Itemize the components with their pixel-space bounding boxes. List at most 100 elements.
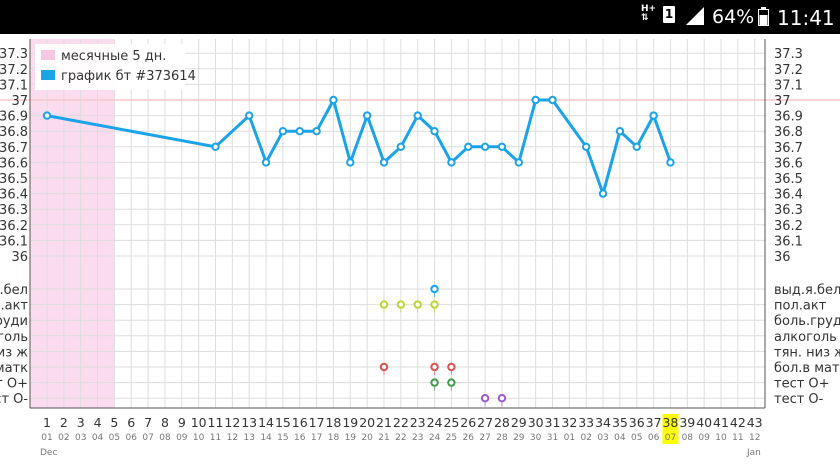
y-tick-label: 37.3	[0, 47, 28, 62]
battery-percent: 64%	[712, 6, 755, 28]
x-day-number: 14	[258, 415, 274, 430]
x-date-label: 06	[126, 433, 138, 443]
symptom-label-left: н. низ ж	[0, 345, 28, 360]
x-day-number: 30	[528, 415, 544, 430]
x-date-label: 01	[41, 433, 52, 443]
x-date-label: 30	[530, 433, 542, 443]
x-day-number: 23	[410, 415, 426, 430]
y-tick-label: 37.1	[0, 78, 28, 93]
symptom-label-left: бол.в матк	[0, 361, 28, 376]
chart-frame	[29, 39, 766, 409]
legend-swatch-menses	[41, 50, 55, 60]
symptom-label-right: тест О+	[774, 377, 830, 392]
temperature-point	[497, 142, 507, 152]
x-day-number: 22	[393, 415, 409, 430]
x-date-label: 04	[92, 433, 104, 443]
y-tick-label: 37.2	[774, 63, 803, 78]
x-date-label: 01	[564, 433, 575, 443]
x-date-label: 13	[243, 433, 254, 443]
x-day-number: 5	[110, 415, 118, 430]
x-day-number: 9	[178, 415, 186, 430]
x-date-label: 27	[479, 433, 490, 443]
y-tick-label: 36.2	[774, 219, 803, 234]
x-date-label: 18	[328, 433, 340, 443]
x-date-label: 23	[412, 433, 423, 443]
x-day-number: 16	[292, 415, 308, 430]
x-day-number: 15	[275, 415, 291, 430]
temperature-point	[531, 95, 540, 105]
x-day-number: 27	[477, 415, 493, 430]
x-date-label: 09	[698, 433, 710, 443]
temperature-point	[666, 158, 675, 167]
x-day-number: 26	[460, 415, 476, 430]
y-tick-label: 36.3	[774, 203, 803, 218]
x-day-number: 6	[127, 415, 135, 430]
temperature-point	[211, 142, 220, 152]
temperature-point	[396, 142, 406, 152]
x-day-number: 3	[77, 415, 85, 430]
y-tick-label: 36.4	[774, 188, 803, 203]
x-date-label: 14	[260, 433, 272, 443]
x-day-number: 24	[427, 415, 443, 430]
symptom-label-left: пол.акт	[0, 299, 28, 314]
x-day-number: 8	[161, 415, 169, 430]
x-day-number: 13	[241, 415, 257, 430]
x-date-label: 16	[294, 433, 306, 443]
y-axis-left: 37.337.237.13736.936.836.736.636.536.436…	[0, 47, 28, 265]
x-day-number: 10	[191, 415, 207, 430]
x-day-number: 19	[342, 415, 358, 430]
x-date-label: 29	[513, 433, 525, 443]
symptom-marker	[480, 394, 490, 403]
temperature-point	[615, 127, 625, 136]
y-tick-label: 36.7	[774, 141, 803, 156]
x-date-label: 20	[361, 433, 373, 443]
temperature-point	[261, 158, 271, 167]
x-date-label: 17	[311, 433, 322, 443]
y-axis-right: 37.337.237.13736.936.836.736.636.536.436…	[774, 47, 803, 265]
x-date-label: 31	[547, 433, 558, 443]
y-tick-label: 36	[11, 250, 28, 265]
legend-swatch-series	[41, 70, 55, 80]
x-date-label: 07	[142, 433, 153, 443]
x-day-number: 37	[646, 415, 662, 430]
x-date-label: 28	[496, 433, 508, 443]
symptom-label-left: тест О-	[0, 392, 28, 407]
x-date-label: 04	[614, 433, 626, 443]
x-day-number: 39	[679, 415, 695, 430]
symptom-labels-left: ыд.я.белпол.актль.грудиалкогольн. низ жб…	[0, 283, 28, 407]
y-tick-label: 36.6	[774, 156, 803, 171]
legend: месячные 5 дн. график бт #373614	[35, 44, 196, 90]
temperature-point	[598, 189, 608, 198]
y-tick-label: 36.4	[0, 188, 28, 203]
y-tick-label: 36.5	[0, 172, 28, 187]
x-day-number: 2	[60, 415, 68, 430]
y-tick-label: 36.2	[0, 219, 28, 234]
temperature-point	[278, 127, 288, 136]
chart-grid	[30, 39, 765, 408]
temperature-point	[42, 111, 52, 120]
x-day-number: 32	[561, 415, 577, 430]
temperature-point	[379, 158, 389, 167]
temperature-point	[413, 111, 422, 120]
symptom-marker	[379, 300, 389, 309]
x-day-number: 4	[94, 415, 102, 430]
x-date-label: 15	[277, 433, 288, 443]
x-day-number: 20	[359, 415, 375, 430]
clock: 11:41	[777, 6, 835, 30]
x-date-label: 02	[58, 433, 69, 443]
x-date-label: 08	[682, 433, 694, 443]
sim-slot-icon: 1	[663, 6, 675, 23]
y-tick-label: 36.6	[0, 156, 28, 171]
x-day-number: 41	[713, 415, 729, 430]
x-day-number: 42	[730, 415, 746, 430]
x-date-label: 05	[631, 433, 642, 443]
y-tick-label: 36.3	[0, 203, 28, 218]
status-bar: H+ ⇅ 1 64% 11:41	[0, 0, 840, 34]
y-tick-label: 37.1	[774, 78, 803, 93]
x-date-label: 12	[227, 433, 238, 443]
legend-label-series: график бт #373614	[61, 69, 196, 84]
y-tick-label: 36.1	[774, 234, 803, 249]
y-tick-label: 36	[774, 250, 791, 265]
x-date-label: 11	[732, 433, 743, 443]
y-tick-label: 37	[774, 94, 791, 109]
